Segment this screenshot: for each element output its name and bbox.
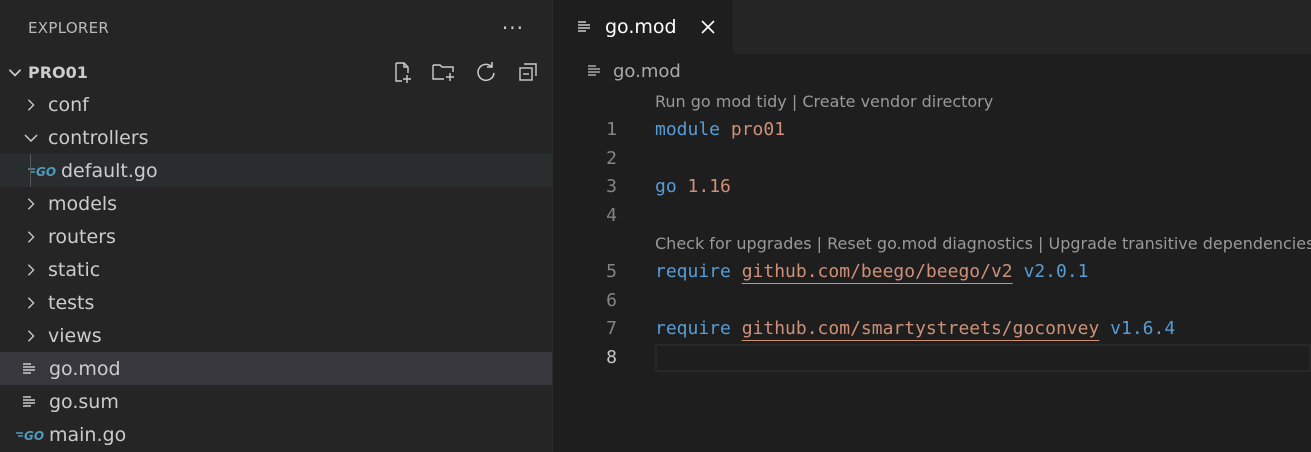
tree-label: views (48, 324, 102, 347)
keyword: require (655, 261, 731, 282)
codelens-mid: Check for upgrades | Reset go.mod diagno… (553, 230, 1311, 258)
chevron-down-icon (22, 129, 40, 147)
explorer-sidebar: EXPLORER ··· PRO01 conf controllers GO d… (0, 0, 553, 452)
breadcrumb[interactable]: go.mod (553, 54, 1311, 88)
tree-label: routers (48, 225, 116, 248)
text-file-icon (22, 360, 42, 378)
tree-label: conf (48, 93, 89, 116)
breadcrumb-file: go.mod (613, 60, 681, 82)
tree-folder-models[interactable]: models (0, 187, 552, 220)
tree-folder-static[interactable]: static (0, 253, 552, 286)
chevron-right-icon (22, 228, 40, 246)
module-version: v2.0.1 (1023, 261, 1089, 282)
chevron-right-icon (22, 96, 40, 114)
code-line: 1 module pro01 (553, 116, 1311, 145)
line-number: 4 (606, 204, 617, 226)
tab-label: go.mod (605, 16, 677, 38)
line-number: 2 (606, 147, 617, 169)
svg-text:GO: GO (24, 429, 44, 442)
text-file-icon (587, 62, 607, 80)
tree-label: models (48, 192, 118, 215)
chevron-down-icon (8, 69, 22, 77)
tree-label: default.go (61, 159, 158, 182)
keyword: go (655, 176, 677, 197)
code-line: 7 require github.com/smartystreets/gocon… (553, 315, 1311, 344)
code-line: 3 go 1.16 (553, 173, 1311, 202)
tree-file-go-sum[interactable]: go.sum (0, 385, 552, 418)
line-number: 6 (606, 289, 617, 311)
tab-go-mod[interactable]: go.mod (553, 0, 733, 54)
codelens-run-go-mod-tidy[interactable]: Run go mod tidy (655, 92, 787, 111)
close-icon[interactable] (697, 16, 719, 38)
tree-label: static (48, 258, 101, 281)
tree-folder-conf[interactable]: conf (0, 88, 552, 121)
tree-label: controllers (48, 126, 149, 149)
explorer-title: EXPLORER (28, 19, 110, 37)
current-line-highlight (655, 343, 1311, 372)
indent-guide (30, 154, 31, 187)
text-file-icon (22, 393, 42, 411)
module-version: v1.6.4 (1110, 318, 1176, 339)
new-file-icon[interactable] (388, 58, 416, 86)
codelens-separator: | (786, 92, 803, 111)
new-folder-icon[interactable] (430, 58, 458, 86)
tree-file-default-go[interactable]: GO default.go (0, 154, 552, 187)
code-line: 6 (553, 287, 1311, 316)
line-number: 3 (606, 176, 617, 197)
codelens-separator: | (811, 234, 828, 253)
module-name: pro01 (730, 119, 786, 140)
tree-label: go.mod (49, 357, 121, 380)
go-file-icon: GO (28, 164, 58, 178)
module-path-link[interactable]: github.com/beego/beego/v2 (742, 261, 1013, 282)
chevron-right-icon (22, 195, 40, 213)
project-root[interactable]: PRO01 (0, 56, 552, 88)
tree-folder-controllers[interactable]: controllers (0, 121, 552, 154)
code-editor[interactable]: Run go mod tidy | Create vendor director… (553, 88, 1311, 372)
tree-folder-routers[interactable]: routers (0, 220, 552, 253)
line-number: 8 (606, 346, 617, 368)
tree-label: go.sum (49, 390, 119, 413)
code-line: 4 (553, 202, 1311, 231)
chevron-right-icon (22, 294, 40, 312)
tree-label: tests (48, 291, 95, 314)
tree-file-main-go[interactable]: GO main.go (0, 418, 552, 451)
code-line-current: 8 (553, 343, 1311, 373)
codelens-reset-diagnostics[interactable]: Reset go.mod diagnostics (827, 234, 1033, 253)
code-line: 2 (553, 145, 1311, 174)
codelens-check-upgrades[interactable]: Check for upgrades (655, 234, 812, 253)
more-actions-icon[interactable]: ··· (502, 16, 524, 40)
chevron-right-icon (22, 261, 40, 279)
line-number: 5 (606, 261, 617, 282)
codelens-create-vendor[interactable]: Create vendor directory (802, 92, 993, 111)
go-file-icon: GO (16, 428, 46, 442)
code-line: 5 require github.com/beego/beego/v2 v2.0… (553, 258, 1311, 287)
project-name: PRO01 (28, 62, 88, 82)
collapse-all-icon[interactable] (514, 58, 542, 86)
editor-area: go.mod go.mod Run go mod tidy | Create v… (553, 0, 1311, 452)
tree-folder-views[interactable]: views (0, 319, 552, 352)
keyword: module (655, 119, 721, 140)
svg-text:GO: GO (36, 165, 56, 178)
tree-folder-tests[interactable]: tests (0, 286, 552, 319)
chevron-right-icon (22, 327, 40, 345)
codelens-upgrade-transitive[interactable]: Upgrade transitive dependencies (1049, 234, 1311, 253)
codelens-top: Run go mod tidy | Create vendor director… (553, 88, 1311, 116)
line-number: 1 (606, 119, 617, 140)
explorer-header: EXPLORER ··· (0, 0, 552, 56)
tree-label: main.go (49, 423, 127, 446)
module-path-link[interactable]: github.com/smartystreets/goconvey (742, 318, 1100, 339)
text-file-icon (577, 18, 597, 36)
refresh-icon[interactable] (472, 58, 500, 86)
keyword: require (655, 318, 731, 339)
line-number: 7 (606, 318, 617, 339)
tab-bar: go.mod (553, 0, 1311, 54)
tree-file-go-mod[interactable]: go.mod (0, 352, 552, 385)
go-version: 1.16 (687, 176, 731, 197)
codelens-separator: | (1032, 234, 1049, 253)
explorer-actions (388, 58, 552, 86)
